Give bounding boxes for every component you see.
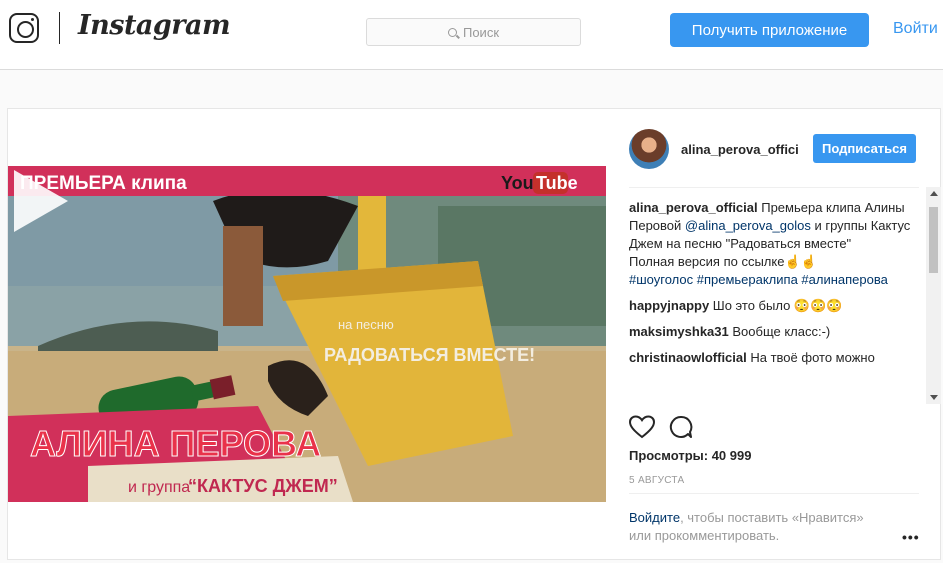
- comment-item: happyjnappy Шо это было 😳😳😳: [629, 297, 919, 315]
- follow-button[interactable]: Подписаться: [813, 134, 916, 163]
- play-icon[interactable]: [8, 166, 72, 236]
- post-header: alina_perova_official Подписаться: [606, 109, 942, 187]
- comments-scrollbar[interactable]: [926, 187, 941, 404]
- views-count: Просмотры: 40 999: [629, 448, 752, 463]
- search-placeholder: Поиск: [462, 24, 500, 40]
- caption-full-version: Полная версия по ссылке☝☝: [629, 254, 817, 269]
- instagram-camera-icon[interactable]: [9, 13, 39, 43]
- comments-list: alina_perova_official Премьера клипа Али…: [629, 199, 919, 404]
- search-icon: [447, 27, 457, 37]
- comment-item: maksimyshka31 Вообще класс:-): [629, 323, 919, 341]
- footer-separator: [629, 493, 919, 494]
- video-player[interactable]: ПРЕМЬЕРА клипа You Tube на песню РАДОВАТ…: [8, 166, 606, 502]
- comment-text: На твоё фото можно: [746, 350, 875, 365]
- more-options-icon[interactable]: •••: [902, 529, 920, 545]
- instagram-wordmark[interactable]: Instagram: [78, 10, 231, 41]
- comment-text: Шо это было 😳😳😳: [709, 298, 843, 313]
- song-title-text: РАДОВАТЬСЯ ВМЕСТЕ!: [324, 345, 535, 365]
- login-link[interactable]: Войти: [893, 20, 938, 38]
- youtube-logo-you: You: [501, 173, 534, 193]
- artist-name-text: АЛИНА ПЕРОВА: [30, 423, 321, 464]
- search-input[interactable]: Поиск: [366, 18, 581, 46]
- top-navigation-bar: Instagram Поиск Получить приложение Войт…: [0, 0, 943, 70]
- video-thumbnail: ПРЕМЬЕРА клипа You Tube на песню РАДОВАТ…: [8, 166, 606, 502]
- post-date[interactable]: 5 АВГУСТА: [629, 475, 684, 486]
- post-sidebar: alina_perova_official Подписаться alina_…: [606, 109, 942, 561]
- band-prefix-text: и группа: [128, 479, 190, 496]
- youtube-logo-tube: Tube: [536, 173, 578, 193]
- comment-bubble-icon[interactable]: [669, 415, 693, 439]
- author-username[interactable]: alina_perova_official: [681, 142, 799, 157]
- login-inline-link[interactable]: Войдите: [629, 510, 680, 525]
- band-name-text: “КАКТУС ДЖЕМ”: [188, 476, 338, 496]
- song-prefix-text: на песню: [338, 317, 394, 332]
- scroll-down-arrow-icon[interactable]: [930, 395, 938, 400]
- scroll-up-arrow-icon[interactable]: [930, 191, 938, 196]
- heart-icon[interactable]: [629, 415, 655, 439]
- caption: alina_perova_official Премьера клипа Али…: [629, 199, 919, 289]
- caption-username[interactable]: alina_perova_official: [629, 200, 758, 215]
- caption-hashtags[interactable]: #шоуголос #премьераклипа #алинаперова: [629, 272, 888, 287]
- comment-username[interactable]: maksimyshka31: [629, 324, 729, 339]
- comment-username[interactable]: happyjnappy: [629, 298, 709, 313]
- scrollbar-thumb[interactable]: [929, 207, 938, 273]
- comment-username[interactable]: christinaowlofficial: [629, 350, 747, 365]
- author-avatar[interactable]: [629, 129, 669, 169]
- caption-mention[interactable]: @alina_perova_golos: [685, 218, 811, 233]
- comment-text: Вообще класс:-): [728, 324, 831, 339]
- header-divider: [59, 12, 60, 44]
- login-to-like-prompt: Войдите, чтобы поставить «Нравится» или …: [629, 509, 884, 545]
- get-app-button[interactable]: Получить приложение: [670, 13, 869, 47]
- header-separator: [629, 187, 919, 188]
- comment-item: christinaowlofficial На твоё фото можно: [629, 349, 919, 367]
- post-card: ПРЕМЬЕРА клипа You Tube на песню РАДОВАТ…: [7, 108, 941, 560]
